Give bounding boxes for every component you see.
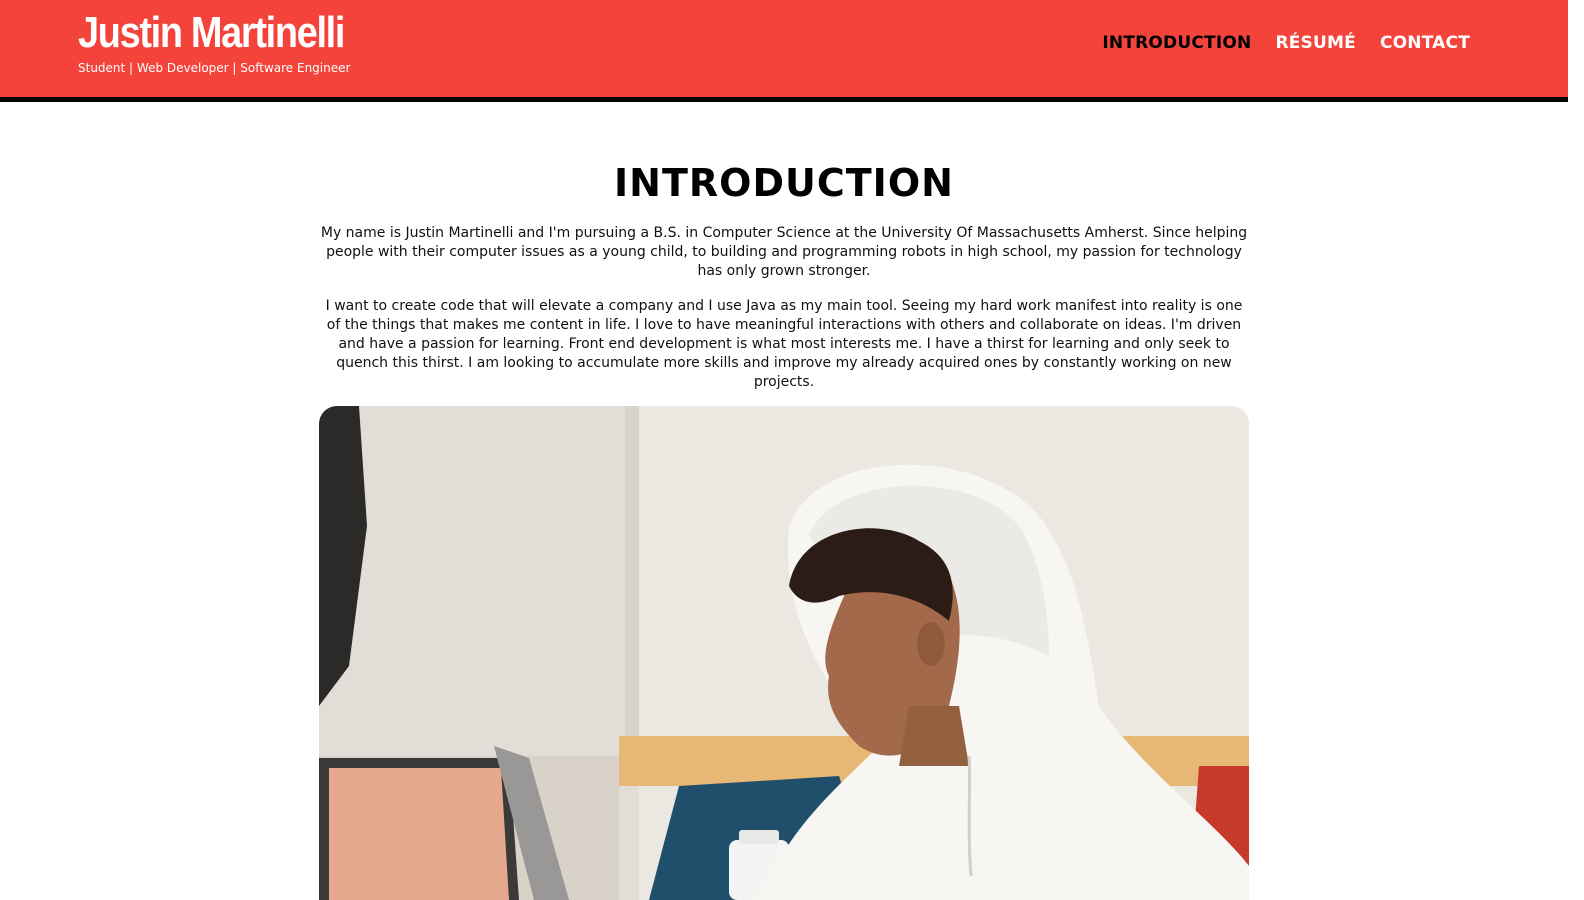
site-tagline: Student | Web Developer | Software Engin… xyxy=(78,61,351,75)
intro-section: INTRODUCTION My name is Justin Martinell… xyxy=(318,160,1250,392)
nav-contact[interactable]: CONTACT xyxy=(1380,33,1470,53)
profile-photo-illustration xyxy=(319,406,1249,900)
header-divider xyxy=(0,97,1568,102)
intro-paragraph: I want to create code that will elevate … xyxy=(325,298,1243,390)
profile-photo xyxy=(319,406,1249,900)
page-title: INTRODUCTION xyxy=(614,161,954,205)
nav-resume[interactable]: RÉSUMÉ xyxy=(1275,33,1355,53)
site-header: Justin Martinelli Student | Web Develope… xyxy=(0,0,1568,97)
intro-paragraph: My name is Justin Martinelli and I'm pur… xyxy=(320,225,1248,279)
main-nav: INTRODUCTION RÉSUMÉ CONTACT xyxy=(1102,33,1470,53)
site-name: Justin Martinelli xyxy=(78,8,345,57)
scrollbar[interactable] xyxy=(1568,0,1584,900)
nav-introduction[interactable]: INTRODUCTION xyxy=(1102,33,1251,53)
